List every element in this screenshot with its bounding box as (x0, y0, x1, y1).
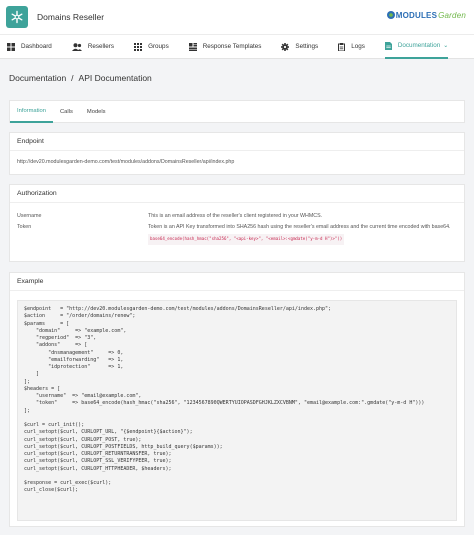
token-label: Token (17, 223, 32, 230)
token-value-block: Token is an API Key transformed into SHA… (148, 223, 453, 245)
gear-icon (281, 42, 290, 51)
nav-response-templates[interactable]: Response Templates (188, 35, 262, 59)
nav-dashboard[interactable]: Dashboard (7, 35, 52, 59)
modulesgarden-logo: MODULES Garden (386, 10, 466, 20)
top-bar: Domains Reseller MODULES Garden (0, 0, 474, 35)
nav-label: Settings (295, 43, 319, 50)
token-code: base64_encode(hash_hmac("sha256", "<api-… (148, 234, 345, 245)
nav-resellers[interactable]: Resellers (71, 35, 115, 59)
nav-label: Groups (148, 43, 169, 50)
endpoint-panel: Endpoint http://dev20.modulesgarden-demo… (9, 132, 465, 175)
token-value: Token is an API Key transformed into SHA… (148, 223, 451, 230)
authorization-panel: Authorization Username This is an email … (9, 184, 465, 262)
users-icon (71, 42, 82, 51)
templates-icon (188, 42, 197, 51)
main-nav: Dashboard Resellers Groups Response Temp… (0, 35, 474, 59)
nav-label: Resellers (87, 43, 115, 50)
authorization-title: Authorization (10, 185, 464, 203)
token-row: Token Token is an API Key transformed in… (10, 223, 464, 245)
doc-tabs: Information Calls Models (9, 100, 465, 123)
nav-logs[interactable]: Logs (338, 35, 365, 59)
endpoint-title: Endpoint (10, 133, 464, 151)
nav-documentation[interactable]: Documentation ⌄ (384, 35, 449, 59)
username-label: Username (17, 213, 42, 219)
username-value: This is an email address of the reseller… (148, 213, 323, 219)
breadcrumb-root[interactable]: Documentation (9, 73, 66, 83)
nav-settings[interactable]: Settings (281, 35, 318, 59)
tab-models[interactable]: Models (80, 100, 113, 123)
username-row: Username This is an email address of the… (10, 212, 464, 221)
chevron-down-icon: ⌄ (443, 43, 449, 49)
nav-label: Logs (351, 43, 365, 50)
brand-text-modules: MODULES (395, 10, 438, 20)
brand-mark-icon (386, 11, 395, 19)
nav-label: Documentation (397, 42, 441, 49)
document-icon (384, 41, 392, 50)
tab-information[interactable]: Information (10, 100, 53, 123)
endpoint-url: http://dev20.modulesgarden-demo.com/test… (17, 159, 235, 165)
nav-label: Dashboard (21, 43, 52, 50)
nav-groups[interactable]: Groups (134, 35, 169, 59)
example-panel: Example $endpoint = "http://dev20.module… (9, 272, 465, 527)
dashboard-icon (7, 42, 15, 51)
brand-text-garden: Garden (438, 10, 466, 20)
tab-calls[interactable]: Calls (53, 100, 80, 123)
snowflake-icon (11, 10, 23, 24)
breadcrumb: Documentation / API Documentation (9, 73, 152, 83)
app-title: Domains Reseller (37, 12, 105, 22)
app-logo[interactable] (6, 6, 28, 28)
grid-icon (134, 42, 143, 51)
breadcrumb-current: API Documentation (78, 73, 152, 83)
example-code: $endpoint = "http://dev20.modulesgarden-… (17, 300, 457, 521)
clipboard-icon (338, 42, 346, 51)
example-title: Example (10, 273, 464, 291)
breadcrumb-separator: / (71, 73, 74, 83)
nav-label: Response Templates (202, 43, 262, 50)
